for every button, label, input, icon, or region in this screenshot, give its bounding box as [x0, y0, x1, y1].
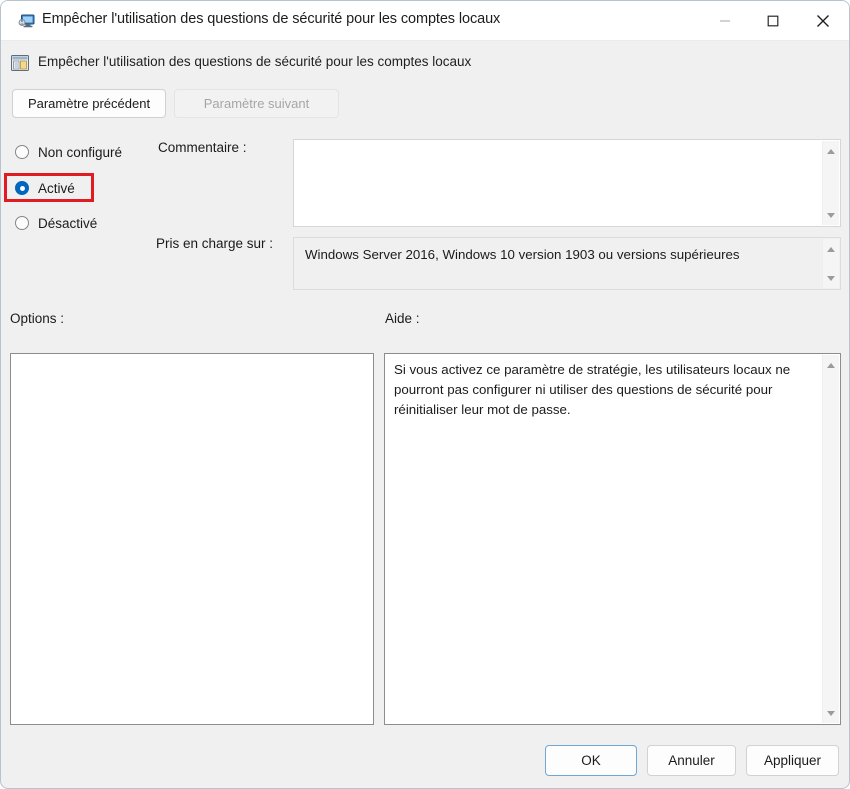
policy-setting-dialog: Empêcher l'utilisation des questions de …	[0, 0, 850, 789]
supported-on-scrollbar[interactable]	[822, 239, 839, 288]
policy-title: Empêcher l'utilisation des questions de …	[38, 54, 472, 69]
options-panel[interactable]	[10, 353, 374, 725]
scroll-down-arrow-icon[interactable]	[823, 270, 839, 286]
options-label: Options :	[10, 311, 65, 326]
previous-setting-button[interactable]: Paramètre précédent	[12, 89, 166, 118]
help-scrollbar[interactable]	[822, 355, 839, 723]
comment-input[interactable]	[293, 139, 841, 227]
close-icon[interactable]	[800, 1, 846, 40]
radio-label-not-configured: Non configuré	[38, 144, 123, 160]
radio-mark-not-configured	[15, 145, 29, 159]
ok-button[interactable]: OK	[545, 745, 637, 776]
supported-on-field[interactable]: Windows Server 2016, Windows 10 version …	[293, 237, 841, 290]
minimize-icon[interactable]	[702, 1, 748, 40]
policy-computer-icon	[18, 12, 36, 30]
next-setting-button[interactable]: Paramètre suivant	[174, 89, 339, 118]
supported-on-value: Windows Server 2016, Windows 10 version …	[305, 247, 740, 262]
scroll-down-arrow-icon[interactable]	[823, 207, 839, 223]
scroll-up-arrow-icon[interactable]	[823, 241, 839, 257]
window-title: Empêcher l'utilisation des questions de …	[42, 11, 501, 27]
scroll-down-arrow-icon[interactable]	[823, 705, 839, 721]
help-panel[interactable]: Si vous activez ce paramètre de stratégi…	[384, 353, 841, 725]
maximize-icon[interactable]	[750, 1, 796, 40]
radio-disabled[interactable]: Désactivé	[12, 212, 97, 234]
radio-label-enabled: Activé	[38, 180, 75, 196]
comment-scrollbar[interactable]	[822, 141, 839, 225]
supported-on-label: Pris en charge sur :	[156, 236, 274, 251]
radio-mark-disabled	[15, 216, 29, 230]
help-label: Aide :	[385, 311, 420, 326]
help-content: Si vous activez ce paramètre de stratégi…	[394, 362, 791, 417]
radio-not-configured[interactable]: Non configuré	[12, 141, 122, 163]
cancel-button[interactable]: Annuler	[647, 745, 736, 776]
scroll-up-arrow-icon[interactable]	[823, 357, 839, 373]
radio-label-disabled: Désactivé	[38, 215, 98, 231]
comment-label: Commentaire :	[158, 140, 247, 155]
radio-enabled[interactable]: Activé	[12, 177, 75, 199]
radio-mark-enabled	[15, 181, 29, 195]
title-bar: Empêcher l'utilisation des questions de …	[1, 1, 849, 41]
group-policy-setting-icon	[10, 53, 30, 73]
apply-button[interactable]: Appliquer	[746, 745, 839, 776]
policy-header: Empêcher l'utilisation des questions de …	[1, 42, 849, 86]
scroll-up-arrow-icon[interactable]	[823, 143, 839, 159]
